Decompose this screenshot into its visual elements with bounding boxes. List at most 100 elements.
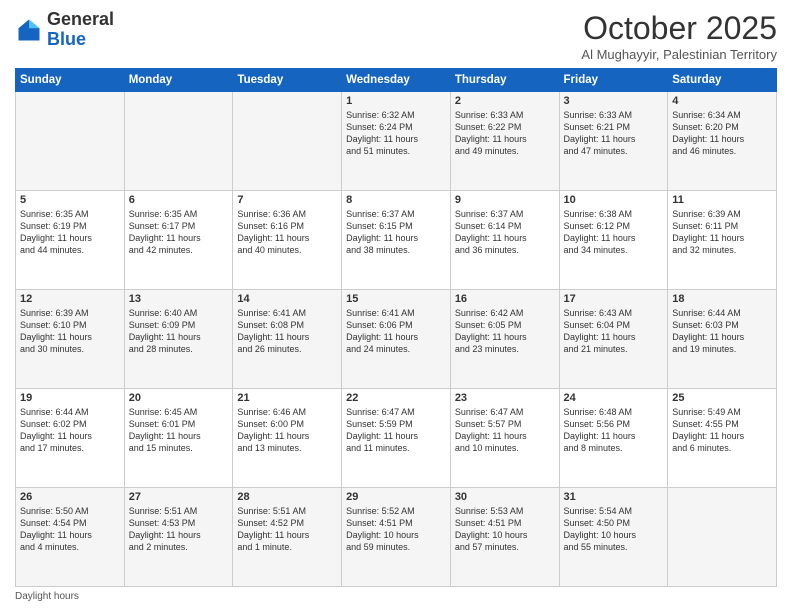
day-info: Sunrise: 6:34 AM Sunset: 6:20 PM Dayligh… (672, 109, 772, 158)
calendar-cell: 30 Sunrise: 5:53 AM Sunset: 4:51 PM Dayli… (450, 488, 559, 587)
day-number: 30 (455, 491, 555, 503)
calendar-cell: 28 Sunrise: 5:51 AM Sunset: 4:52 PM Dayli… (233, 488, 342, 587)
day-info: Sunrise: 6:42 AM Sunset: 6:05 PM Dayligh… (455, 307, 555, 356)
calendar-cell: 9Sunrise: 6:37 AM Sunset: 6:14 PM Daylig… (450, 191, 559, 290)
calendar-page: General Blue October 2025 Al Mughayyir, … (0, 0, 792, 612)
calendar-cell (16, 92, 125, 191)
calendar-cell: 16 Sunrise: 6:42 AM Sunset: 6:05 PM Dayli… (450, 290, 559, 389)
calendar-cell: 20 Sunrise: 6:45 AM Sunset: 6:01 PM Dayli… (124, 389, 233, 488)
day-info: Sunrise: 5:53 AM Sunset: 4:51 PM Dayligh… (455, 505, 555, 554)
day-info: Sunrise: 6:43 AM Sunset: 6:04 PM Dayligh… (564, 307, 664, 356)
day-number: 9 (455, 194, 555, 206)
calendar-cell: 13 Sunrise: 6:40 AM Sunset: 6:09 PM Dayli… (124, 290, 233, 389)
day-info: Sunrise: 5:52 AM Sunset: 4:51 PM Dayligh… (346, 505, 446, 554)
calendar-header-row: Sunday Monday Tuesday Wednesday Thursday… (16, 69, 777, 92)
day-info: Sunrise: 6:39 AM Sunset: 6:10 PM Dayligh… (20, 307, 120, 356)
day-number: 16 (455, 293, 555, 305)
day-number: 28 (237, 491, 337, 503)
calendar-cell: 1Sunrise: 6:32 AM Sunset: 6:24 PM Daylig… (342, 92, 451, 191)
day-info: Sunrise: 6:33 AM Sunset: 6:21 PM Dayligh… (564, 109, 664, 158)
header-monday: Monday (124, 69, 233, 92)
day-number: 24 (564, 392, 664, 404)
calendar-cell: 5 Sunrise: 6:35 AM Sunset: 6:19 PM Daylig… (16, 191, 125, 290)
calendar-cell: 24 Sunrise: 6:48 AM Sunset: 5:56 PM Dayli… (559, 389, 668, 488)
calendar-cell: 14 Sunrise: 6:41 AM Sunset: 6:08 PM Dayli… (233, 290, 342, 389)
day-info: Sunrise: 6:41 AM Sunset: 6:08 PM Dayligh… (237, 307, 337, 356)
day-info: Sunrise: 5:50 AM Sunset: 4:54 PM Dayligh… (20, 505, 120, 554)
day-info: Sunrise: 5:54 AM Sunset: 4:50 PM Dayligh… (564, 505, 664, 554)
day-number: 3 (564, 95, 664, 107)
calendar-cell: 2 Sunrise: 6:33 AM Sunset: 6:22 PM Daylig… (450, 92, 559, 191)
calendar-week-row: 19 Sunrise: 6:44 AM Sunset: 6:02 PM Dayli… (16, 389, 777, 488)
calendar-table: Sunday Monday Tuesday Wednesday Thursday… (15, 68, 777, 587)
calendar-week-row: 26 Sunrise: 5:50 AM Sunset: 4:54 PM Dayli… (16, 488, 777, 587)
calendar-cell: 31 Sunrise: 5:54 AM Sunset: 4:50 PM Dayli… (559, 488, 668, 587)
day-info: Sunrise: 6:41 AM Sunset: 6:06 PM Dayligh… (346, 307, 446, 356)
day-number: 18 (672, 293, 772, 305)
calendar-cell: 3 Sunrise: 6:33 AM Sunset: 6:21 PM Daylig… (559, 92, 668, 191)
calendar-cell: 19 Sunrise: 6:44 AM Sunset: 6:02 PM Dayli… (16, 389, 125, 488)
calendar-cell: 29 Sunrise: 5:52 AM Sunset: 4:51 PM Dayli… (342, 488, 451, 587)
day-number: 11 (672, 194, 772, 206)
calendar-cell: 17Sunrise: 6:43 AM Sunset: 6:04 PM Dayli… (559, 290, 668, 389)
day-number: 20 (129, 392, 229, 404)
calendar-cell: 12 Sunrise: 6:39 AM Sunset: 6:10 PM Dayli… (16, 290, 125, 389)
day-number: 13 (129, 293, 229, 305)
calendar-cell: 18Sunrise: 6:44 AM Sunset: 6:03 PM Dayli… (668, 290, 777, 389)
day-number: 12 (20, 293, 120, 305)
calendar-cell (668, 488, 777, 587)
calendar-cell: 26 Sunrise: 5:50 AM Sunset: 4:54 PM Dayli… (16, 488, 125, 587)
day-info: Sunrise: 6:38 AM Sunset: 6:12 PM Dayligh… (564, 208, 664, 257)
day-number: 2 (455, 95, 555, 107)
day-number: 22 (346, 392, 446, 404)
day-info: Sunrise: 6:37 AM Sunset: 6:15 PM Dayligh… (346, 208, 446, 257)
day-info: Sunrise: 6:33 AM Sunset: 6:22 PM Dayligh… (455, 109, 555, 158)
logo-blue: Blue (47, 29, 86, 49)
day-number: 29 (346, 491, 446, 503)
day-number: 15 (346, 293, 446, 305)
header-thursday: Thursday (450, 69, 559, 92)
day-info: Sunrise: 6:48 AM Sunset: 5:56 PM Dayligh… (564, 406, 664, 455)
header-saturday: Saturday (668, 69, 777, 92)
day-info: Sunrise: 5:51 AM Sunset: 4:53 PM Dayligh… (129, 505, 229, 554)
day-info: Sunrise: 6:46 AM Sunset: 6:00 PM Dayligh… (237, 406, 337, 455)
calendar-body: 1Sunrise: 6:32 AM Sunset: 6:24 PM Daylig… (16, 92, 777, 587)
calendar-cell: 23 Sunrise: 6:47 AM Sunset: 5:57 PM Dayli… (450, 389, 559, 488)
day-info: Sunrise: 6:40 AM Sunset: 6:09 PM Dayligh… (129, 307, 229, 356)
calendar-cell: 10 Sunrise: 6:38 AM Sunset: 6:12 PM Dayli… (559, 191, 668, 290)
calendar-week-row: 12 Sunrise: 6:39 AM Sunset: 6:10 PM Dayli… (16, 290, 777, 389)
logo-general: General (47, 9, 114, 29)
location-subtitle: Al Mughayyir, Palestinian Territory (581, 47, 777, 62)
month-title: October 2025 (581, 10, 777, 47)
day-info: Sunrise: 6:47 AM Sunset: 5:59 PM Dayligh… (346, 406, 446, 455)
day-number: 4 (672, 95, 772, 107)
calendar-cell: 27Sunrise: 5:51 AM Sunset: 4:53 PM Dayli… (124, 488, 233, 587)
day-number: 10 (564, 194, 664, 206)
day-info: Sunrise: 6:44 AM Sunset: 6:02 PM Dayligh… (20, 406, 120, 455)
day-info: Sunrise: 6:32 AM Sunset: 6:24 PM Dayligh… (346, 109, 446, 158)
footer: Daylight hours (15, 591, 777, 602)
calendar-cell: 25Sunrise: 5:49 AM Sunset: 4:55 PM Dayli… (668, 389, 777, 488)
day-number: 14 (237, 293, 337, 305)
header-friday: Friday (559, 69, 668, 92)
calendar-cell: 15 Sunrise: 6:41 AM Sunset: 6:06 PM Dayli… (342, 290, 451, 389)
day-info: Sunrise: 5:51 AM Sunset: 4:52 PM Dayligh… (237, 505, 337, 554)
day-number: 8 (346, 194, 446, 206)
calendar-cell: 7Sunrise: 6:36 AM Sunset: 6:16 PM Daylig… (233, 191, 342, 290)
day-info: Sunrise: 6:35 AM Sunset: 6:17 PM Dayligh… (129, 208, 229, 257)
calendar-cell: 22 Sunrise: 6:47 AM Sunset: 5:59 PM Dayli… (342, 389, 451, 488)
day-info: Sunrise: 6:47 AM Sunset: 5:57 PM Dayligh… (455, 406, 555, 455)
day-number: 19 (20, 392, 120, 404)
day-number: 23 (455, 392, 555, 404)
day-info: Sunrise: 6:35 AM Sunset: 6:19 PM Dayligh… (20, 208, 120, 257)
calendar-week-row: 1Sunrise: 6:32 AM Sunset: 6:24 PM Daylig… (16, 92, 777, 191)
day-number: 25 (672, 392, 772, 404)
logo-icon (15, 16, 43, 44)
day-number: 31 (564, 491, 664, 503)
calendar-cell: 6Sunrise: 6:35 AM Sunset: 6:17 PM Daylig… (124, 191, 233, 290)
day-info: Sunrise: 6:45 AM Sunset: 6:01 PM Dayligh… (129, 406, 229, 455)
day-number: 26 (20, 491, 120, 503)
calendar-cell: 8 Sunrise: 6:37 AM Sunset: 6:15 PM Daylig… (342, 191, 451, 290)
header: General Blue October 2025 Al Mughayyir, … (15, 10, 777, 62)
day-number: 5 (20, 194, 120, 206)
